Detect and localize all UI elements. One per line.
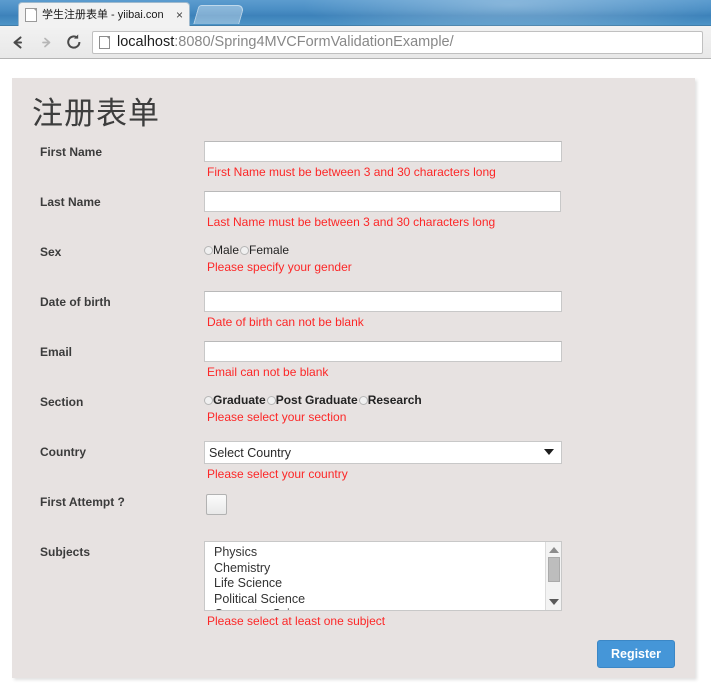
section-option-graduate-label: Graduate [213, 393, 266, 407]
sex-option-male-label: Male [213, 243, 240, 257]
list-item[interactable]: Chemistry [214, 561, 544, 577]
page-viewport: 注册表单 First Name First Name must be betwe… [0, 60, 711, 686]
dob-input[interactable] [204, 291, 562, 312]
field-row-sex: Sex Male Female Please specify your gende… [32, 240, 675, 290]
register-button[interactable]: Register [596, 640, 675, 668]
sex-radio-female[interactable] [240, 246, 250, 255]
section-option-research-label: Research [367, 393, 422, 407]
scroll-down-arrow-icon[interactable] [549, 599, 559, 605]
forward-button[interactable] [32, 28, 60, 56]
first-name-label: First Name [40, 145, 103, 159]
reload-button[interactable] [60, 28, 88, 56]
section-option-post-graduate-label: Post Graduate [275, 393, 358, 407]
tab-strip: 学生注册表单 - yiibai.con × [0, 0, 711, 26]
field-row-dob: Date of birth Date of birth can not be b… [32, 290, 675, 340]
first-name-input[interactable] [204, 141, 562, 162]
new-tab-button[interactable] [193, 5, 245, 24]
sex-error: Please specify your gender [207, 260, 352, 274]
field-row-last-name: Last Name Last Name must be between 3 an… [32, 190, 675, 240]
back-arrow-icon [12, 35, 22, 49]
email-input[interactable] [204, 341, 562, 362]
list-item[interactable]: Political Science [214, 592, 544, 608]
address-host: localhost [117, 33, 175, 50]
address-bar-text: localhost:8080/Spring4MVCFormValidationE… [117, 34, 454, 51]
browser-window: 学生注册表单 - yiibai.con × localhost:8080/Spr… [0, 0, 711, 686]
page-info-icon [99, 35, 110, 49]
page-title: 注册表单 [32, 96, 160, 131]
subjects-error: Please select at least one subject [207, 614, 386, 628]
section-radio-graduate[interactable] [204, 396, 213, 405]
section-label: Section [40, 395, 84, 409]
subjects-options-list: Physics Chemistry Life Science Political… [205, 542, 544, 610]
field-row-subjects: Subjects Physics Chemistry Life Science … [32, 540, 675, 628]
scroll-up-arrow-icon[interactable] [549, 547, 559, 553]
first-attempt-label: First Attempt ? [40, 495, 125, 509]
section-radio-post-graduate[interactable] [266, 396, 276, 405]
registration-form-panel: 注册表单 First Name First Name must be betwe… [12, 78, 695, 678]
last-name-input[interactable] [204, 191, 561, 212]
country-select-wrapper: Select Country [204, 441, 562, 464]
scrollbar-thumb[interactable] [548, 557, 560, 582]
subjects-label: Subjects [40, 545, 91, 559]
list-item[interactable]: Physics [214, 545, 544, 561]
form-actions: Register [32, 638, 675, 678]
first-attempt-checkbox[interactable] [206, 494, 227, 515]
browser-tab[interactable]: 学生注册表单 - yiibai.con × [18, 2, 190, 26]
list-item[interactable]: Computer Science [214, 607, 544, 610]
browser-toolbar: localhost:8080/Spring4MVCFormValidationE… [0, 26, 711, 59]
page-favicon-icon [25, 7, 37, 22]
subjects-listbox[interactable]: Physics Chemistry Life Science Political… [204, 541, 562, 611]
email-error: Email can not be blank [207, 365, 329, 379]
back-button[interactable] [4, 28, 32, 56]
country-error: Please select your country [207, 467, 348, 481]
tab-close-icon[interactable]: × [174, 9, 185, 21]
sex-radio-male[interactable] [204, 246, 213, 255]
section-radio-group: Graduate Post Graduate Research [204, 391, 675, 407]
country-label: Country [40, 445, 86, 459]
subjects-scrollbar[interactable] [545, 542, 561, 610]
section-radio-research[interactable] [358, 396, 368, 405]
last-name-label: Last Name [40, 195, 101, 209]
field-row-first-attempt: First Attempt ? [32, 490, 675, 540]
first-name-error: First Name must be between 3 and 30 char… [207, 165, 496, 179]
dob-label: Date of birth [40, 295, 111, 309]
section-error: Please select your section [207, 410, 347, 424]
sex-label: Sex [40, 245, 62, 259]
address-bar[interactable]: localhost:8080/Spring4MVCFormValidationE… [92, 30, 703, 54]
field-row-country: Country Select Country Please select you… [32, 440, 675, 490]
country-select[interactable]: Select Country [204, 441, 562, 464]
sex-option-female-label: Female [249, 243, 290, 257]
tab-title: 学生注册表单 - yiibai.con [42, 8, 164, 21]
sex-radio-group: Male Female [204, 241, 675, 257]
forward-arrow-icon [41, 37, 50, 47]
reload-icon [67, 34, 81, 49]
email-label: Email [40, 345, 73, 359]
field-row-first-name: First Name First Name must be between 3 … [32, 140, 675, 190]
field-row-section: Section Graduate Post Graduate Research Pl… [32, 390, 675, 440]
field-row-email: Email Email can not be blank [32, 340, 675, 390]
list-item[interactable]: Life Science [214, 576, 544, 592]
last-name-error: Last Name must be between 3 and 30 chara… [207, 215, 496, 229]
address-path: :8080/Spring4MVCFormValidationExample/ [174, 33, 454, 50]
dob-error: Date of birth can not be blank [207, 315, 364, 329]
